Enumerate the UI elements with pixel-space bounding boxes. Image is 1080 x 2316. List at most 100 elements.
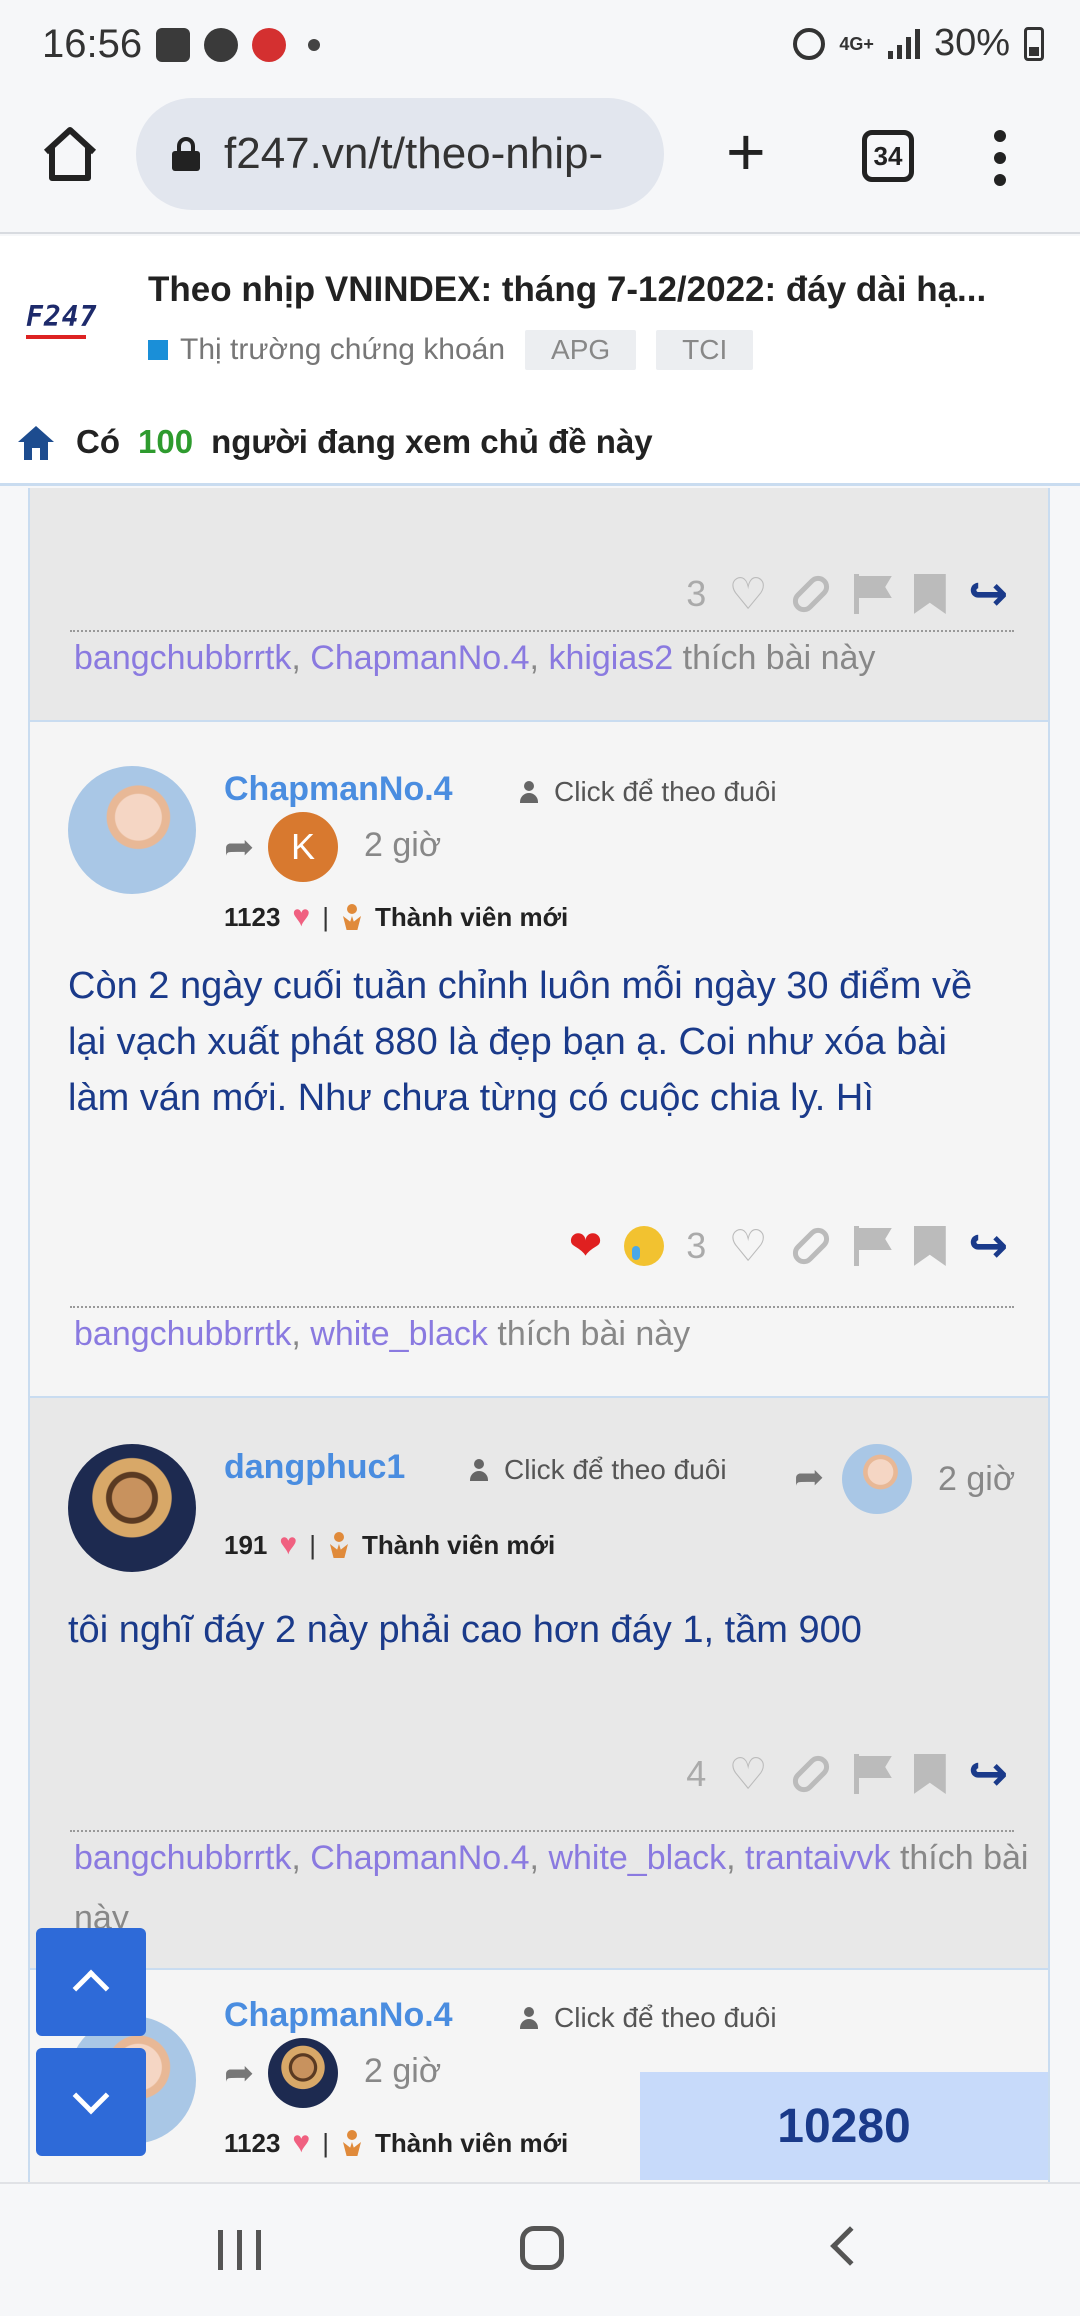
heart-icon[interactable]: ♡ [728,1749,767,1800]
heart-icon[interactable]: ♡ [728,569,767,620]
viewers-count: 100 [138,423,194,460]
post-stream: 3 ♡ ↩ bangchubbrrtk, ChapmanNo.4, khigia… [28,488,1050,2182]
post-username[interactable]: ChapmanNo.4 [224,770,453,809]
thread-title[interactable]: Theo nhịp VNINDEX: tháng 7-12/2022: đáy … [148,270,1048,310]
follow-button[interactable]: Click để theo đuôi [470,1454,727,1486]
liker-link[interactable]: khigias2 [548,639,673,677]
tab-switcher-button[interactable]: 34 [862,130,914,182]
reply-to-avatar[interactable] [842,1444,912,1514]
link-icon[interactable] [788,1751,834,1797]
reply-to-avatar[interactable]: K [268,812,338,882]
heart-icon: ♥ [292,900,311,933]
liker-link[interactable]: bangchubbrrtk [74,1839,291,1877]
reply-icon[interactable]: ↩ [968,566,1008,622]
post-username[interactable]: dangphuc1 [224,1448,405,1487]
follow-button[interactable]: Click để theo đuôi [520,2002,777,2034]
browser-toolbar: f247.vn/t/theo-nhip- + 34 [0,92,1080,234]
heart-icon[interactable]: ♡ [728,1221,767,1272]
liker-link[interactable]: trantaivvk [745,1839,891,1877]
avatar[interactable] [68,1444,196,1572]
user-stats: 1123 ♥ | Thành viên mới [224,2126,569,2159]
heart-reaction-icon[interactable]: ❤ [569,1223,603,1269]
tag-tci[interactable]: TCI [656,330,754,370]
liker-link[interactable]: bangchubbrrtk [74,1315,291,1353]
recent-apps-button[interactable] [218,2230,261,2270]
post-body: tôi nghĩ đáy 2 này phải cao hơn đáy 1, t… [68,1609,862,1651]
share-arrow-icon: ➦ [794,1456,825,1497]
chevron-up-icon [72,1969,110,2007]
kebab-menu-icon[interactable] [992,130,1008,186]
follow-button[interactable]: Click để theo đuôi [520,776,777,808]
heart-icon: ♥ [292,2126,311,2159]
user-stats: 191 ♥ | Thành viên mới [224,1528,556,1561]
rank-icon [341,2130,363,2156]
site-logo[interactable]: F247 [26,300,118,356]
like-count[interactable]: 4 [686,1753,706,1795]
flag-icon[interactable] [853,1226,892,1266]
tag-apg[interactable]: APG [525,330,637,370]
new-tab-button[interactable]: + [726,118,766,186]
reply-to-avatar[interactable] [268,2038,338,2108]
avatar[interactable] [68,766,196,894]
bookmark-icon[interactable] [913,1226,946,1266]
follow-label[interactable]: Click để theo đuôi [554,2002,777,2034]
reply-icon[interactable]: ↩ [968,1746,1008,1802]
scroll-up-button[interactable] [36,1928,146,2036]
post-counter[interactable]: 10280 [640,2072,1048,2180]
post-time[interactable]: 2 giờ [364,826,441,865]
system-nav-bar [0,2182,1080,2316]
link-icon[interactable] [788,1223,834,1269]
status-time: 16:56 [42,22,143,66]
flag-icon[interactable] [853,574,892,614]
battery-percent: 30% [933,22,1010,64]
like-count[interactable]: 3 [686,573,706,615]
url-text[interactable]: f247.vn/t/theo-nhip- [224,129,644,179]
flag-icon[interactable] [853,1754,892,1794]
category-color-icon [148,340,168,360]
bookmark-icon[interactable] [913,1754,946,1794]
post-actions: 4 ♡ ↩ [686,1746,1008,1802]
liker-link[interactable]: ChapmanNo.4 [310,1839,529,1877]
post-body: Còn 2 ngày cuối tuần chỉnh luôn mỗi ngày… [68,965,973,1119]
share-arrow-icon: ➦ [224,826,255,867]
heart-icon: ♥ [279,1528,298,1561]
liker-link[interactable]: white_black [548,1839,726,1877]
link-icon[interactable] [788,571,834,617]
liker-link[interactable]: ChapmanNo.4 [310,639,529,677]
system-home-button[interactable] [520,2226,564,2270]
rank-icon [328,1532,350,1558]
chevron-down-icon [72,2077,110,2115]
post-time[interactable]: 2 giờ [364,2052,441,2091]
thread-meta: Thị trường chứng khoán APG TCI [148,330,754,370]
add-person-icon [520,2007,544,2029]
post-time[interactable]: 2 giờ [938,1460,1015,1499]
crying-reaction-icon[interactable] [624,1226,665,1266]
facebook-icon [204,28,238,62]
rank-icon [341,904,363,930]
user-rank: Thành viên mới [361,1529,556,1560]
home-icon[interactable] [40,124,100,184]
follow-label[interactable]: Click để theo đuôi [504,1454,727,1486]
system-icons: 4G+ 30% [793,22,1044,65]
likes-suffix: thích bài này [682,639,876,677]
site-header: F247 Theo nhịp VNINDEX: tháng 7-12/2022:… [0,236,1080,486]
reaction-count[interactable]: 3 [686,1225,706,1267]
liker-link[interactable]: white_black [310,1315,488,1353]
add-person-icon [470,1459,494,1481]
scroll-down-button[interactable] [36,2048,146,2156]
post-actions: 3 ♡ ↩ [686,566,1008,622]
category-link[interactable]: Thị trường chứng khoán [180,333,505,367]
follow-label[interactable]: Click để theo đuôi [554,776,777,808]
reply-icon[interactable]: ↩ [968,1218,1008,1274]
lock-icon[interactable] [172,137,200,171]
notification-icons [156,28,320,62]
bookmark-icon[interactable] [913,574,946,614]
back-button[interactable] [830,2226,870,2266]
user-points: 191 [224,1529,268,1560]
user-points: 1123 [224,2127,281,2158]
address-bar[interactable]: f247.vn/t/theo-nhip- [136,98,664,210]
liker-link[interactable]: bangchubbrrtk [74,639,291,677]
user-rank: Thành viên mới [374,901,569,932]
post-username[interactable]: ChapmanNo.4 [224,1996,453,2035]
likes-list: bangchubbrrtk, ChapmanNo.4, khigias2 thí… [74,639,876,677]
